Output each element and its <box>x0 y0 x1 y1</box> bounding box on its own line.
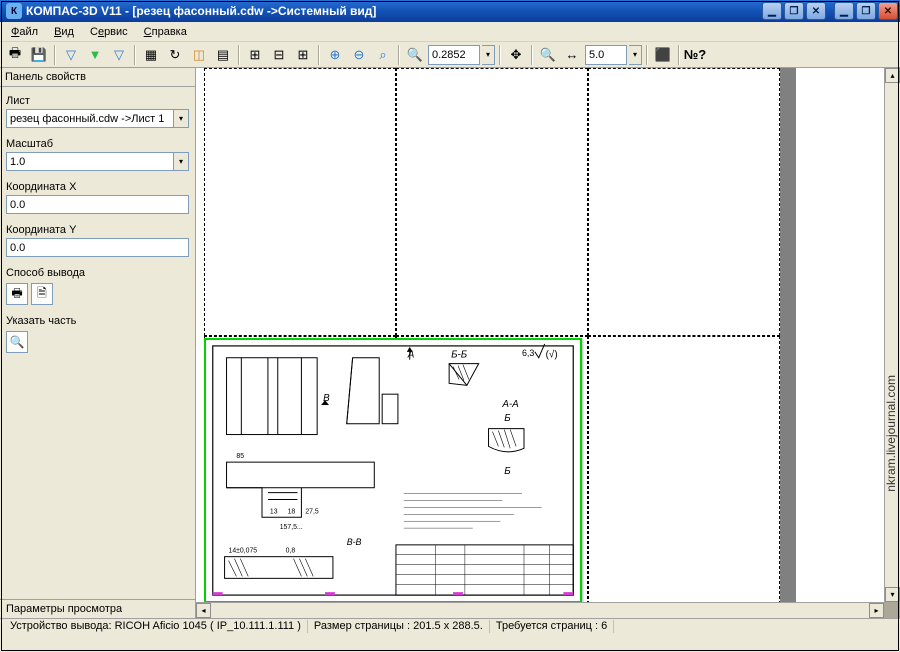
page-button[interactable]: ▤ <box>212 44 234 66</box>
print-page <box>588 68 780 336</box>
zoom-dropdown[interactable]: ▾ <box>482 45 495 65</box>
scroll-right-button[interactable]: ▸ <box>869 603 884 618</box>
grid3-button[interactable]: ⊞ <box>292 44 314 66</box>
status-page-size: Размер страницы : 201.5 x 288.5. <box>308 620 490 633</box>
svg-text:Б: Б <box>504 413 511 424</box>
scale-input[interactable] <box>6 152 174 171</box>
select-part-button[interactable]: 🔍 <box>6 331 28 353</box>
filter3-button[interactable]: ▽ <box>108 44 130 66</box>
coord-y-label: Координата Y <box>6 224 189 236</box>
grid2-button[interactable]: ⊟ <box>268 44 290 66</box>
help-button[interactable]: №? <box>684 44 706 66</box>
svg-text:Б: Б <box>504 466 511 477</box>
stop-button[interactable]: ⬛ <box>652 44 674 66</box>
print-page <box>204 68 396 336</box>
zoom2-button[interactable]: 🔍 <box>537 44 559 66</box>
grid1-button[interactable]: ⊞ <box>244 44 266 66</box>
svg-text:0,8: 0,8 <box>286 548 296 555</box>
filter1-button[interactable]: ▽ <box>60 44 82 66</box>
scale-dropdown[interactable]: ▾ <box>174 152 189 171</box>
menu-file[interactable]: Файл <box>4 24 45 40</box>
coord-y-input[interactable] <box>6 238 189 257</box>
watermark-text: nkram.livejournal.com <box>884 375 898 492</box>
coord-x-input[interactable] <box>6 195 189 214</box>
menu-service[interactable]: Сервис <box>83 24 135 40</box>
step-dropdown[interactable]: ▾ <box>629 45 642 65</box>
property-panel: Панель свойств Лист ▾ Масштаб ▾ Координа… <box>0 68 196 618</box>
scroll-up-button[interactable]: ▴ <box>885 68 900 83</box>
save-button[interactable]: 💾 <box>28 44 50 66</box>
output-printer-button[interactable]: 🖶 <box>6 283 28 305</box>
svg-text:85: 85 <box>236 453 244 460</box>
canvas-area: В А Б-Б <box>196 68 900 618</box>
close-button[interactable]: ✕ <box>878 2 898 20</box>
output-file-button[interactable]: 🗎 <box>31 283 53 305</box>
zoom-input[interactable] <box>428 45 480 65</box>
svg-text:18: 18 <box>288 508 296 515</box>
print-button[interactable]: 🖶 <box>4 44 26 66</box>
canvas-viewport[interactable]: В А Б-Б <box>196 68 884 602</box>
status-device: Устройство вывода: RICOH Aficio 1045 ( I… <box>4 620 308 633</box>
svg-text:В-В: В-В <box>347 537 362 547</box>
svg-text:157,5...: 157,5... <box>280 524 303 531</box>
titlebar: К КОМПАС-3D V11 - [резец фасонный.cdw ->… <box>0 0 900 22</box>
svg-text:А-А: А-А <box>501 399 519 410</box>
menu-help[interactable]: Справка <box>137 24 194 40</box>
layout-button[interactable]: ▦ <box>140 44 162 66</box>
output-label: Способ вывода <box>6 267 189 279</box>
app-icon: К <box>6 3 22 19</box>
drawing-preview: В А Б-Б <box>206 340 580 601</box>
zoom-search-button[interactable]: 🔍 <box>404 44 426 66</box>
filter2-button[interactable]: ▼ <box>84 44 106 66</box>
panel-tab[interactable]: Параметры просмотра <box>0 599 195 618</box>
scroll-down-button[interactable]: ▾ <box>885 587 900 602</box>
window-title: КОМПАС-3D V11 - [резец фасонный.cdw ->Си… <box>26 4 762 18</box>
zoomout-button[interactable]: ⊖ <box>348 44 370 66</box>
select-part-label: Указать часть <box>6 315 189 327</box>
drawing-selection[interactable]: В А Б-Б <box>204 338 582 602</box>
svg-text:27,5: 27,5 <box>305 508 319 515</box>
statusbar: Устройство вывода: RICOH Aficio 1045 ( I… <box>0 618 900 634</box>
horizontal-scrollbar[interactable]: ◂ ▸ <box>196 602 884 618</box>
zoomfit-button[interactable]: ⌕ <box>372 44 394 66</box>
zoomin-button[interactable]: ⊕ <box>324 44 346 66</box>
coord-x-label: Координата X <box>6 181 189 193</box>
pan-button[interactable]: ✥ <box>505 44 527 66</box>
scroll-left-button[interactable]: ◂ <box>196 603 211 618</box>
svg-text:14±0,075: 14±0,075 <box>229 548 258 555</box>
vertical-scrollbar[interactable]: ▴ ▾ <box>884 68 900 602</box>
restore-inner-button[interactable]: ❐ <box>784 2 804 20</box>
svg-text:13: 13 <box>270 508 278 515</box>
maximize-button[interactable]: ❐ <box>856 2 876 20</box>
scale-label: Масштаб <box>6 138 189 150</box>
print-page <box>588 336 780 602</box>
measure-button[interactable]: ↔ <box>561 44 583 66</box>
sheet-input[interactable] <box>6 109 174 128</box>
svg-text:6,3: 6,3 <box>522 348 534 358</box>
menubar: Файл Вид Сервис Справка <box>0 22 900 42</box>
sheet-label: Лист <box>6 95 189 107</box>
svg-text:Б-Б: Б-Б <box>451 350 468 361</box>
sheet-dropdown[interactable]: ▾ <box>174 109 189 128</box>
step-input[interactable] <box>585 45 627 65</box>
close-inner-button[interactable]: ✕ <box>806 2 826 20</box>
minimize-inner-button[interactable]: ▁ <box>762 2 782 20</box>
minimize-button[interactable]: ▁ <box>834 2 854 20</box>
rotate-button[interactable]: ↻ <box>164 44 186 66</box>
menu-view[interactable]: Вид <box>47 24 81 40</box>
print-page <box>396 68 588 336</box>
toolbar: 🖶 💾 ▽ ▼ ▽ ▦ ↻ ◫ ▤ ⊞ ⊟ ⊞ ⊕ ⊖ ⌕ 🔍 ▾ ✥ 🔍 ↔ … <box>0 42 900 68</box>
property-panel-title: Панель свойств <box>0 68 195 87</box>
status-pages-required: Требуется страниц : 6 <box>490 620 614 633</box>
shapes-button[interactable]: ◫ <box>188 44 210 66</box>
svg-text:(√): (√) <box>546 350 558 361</box>
